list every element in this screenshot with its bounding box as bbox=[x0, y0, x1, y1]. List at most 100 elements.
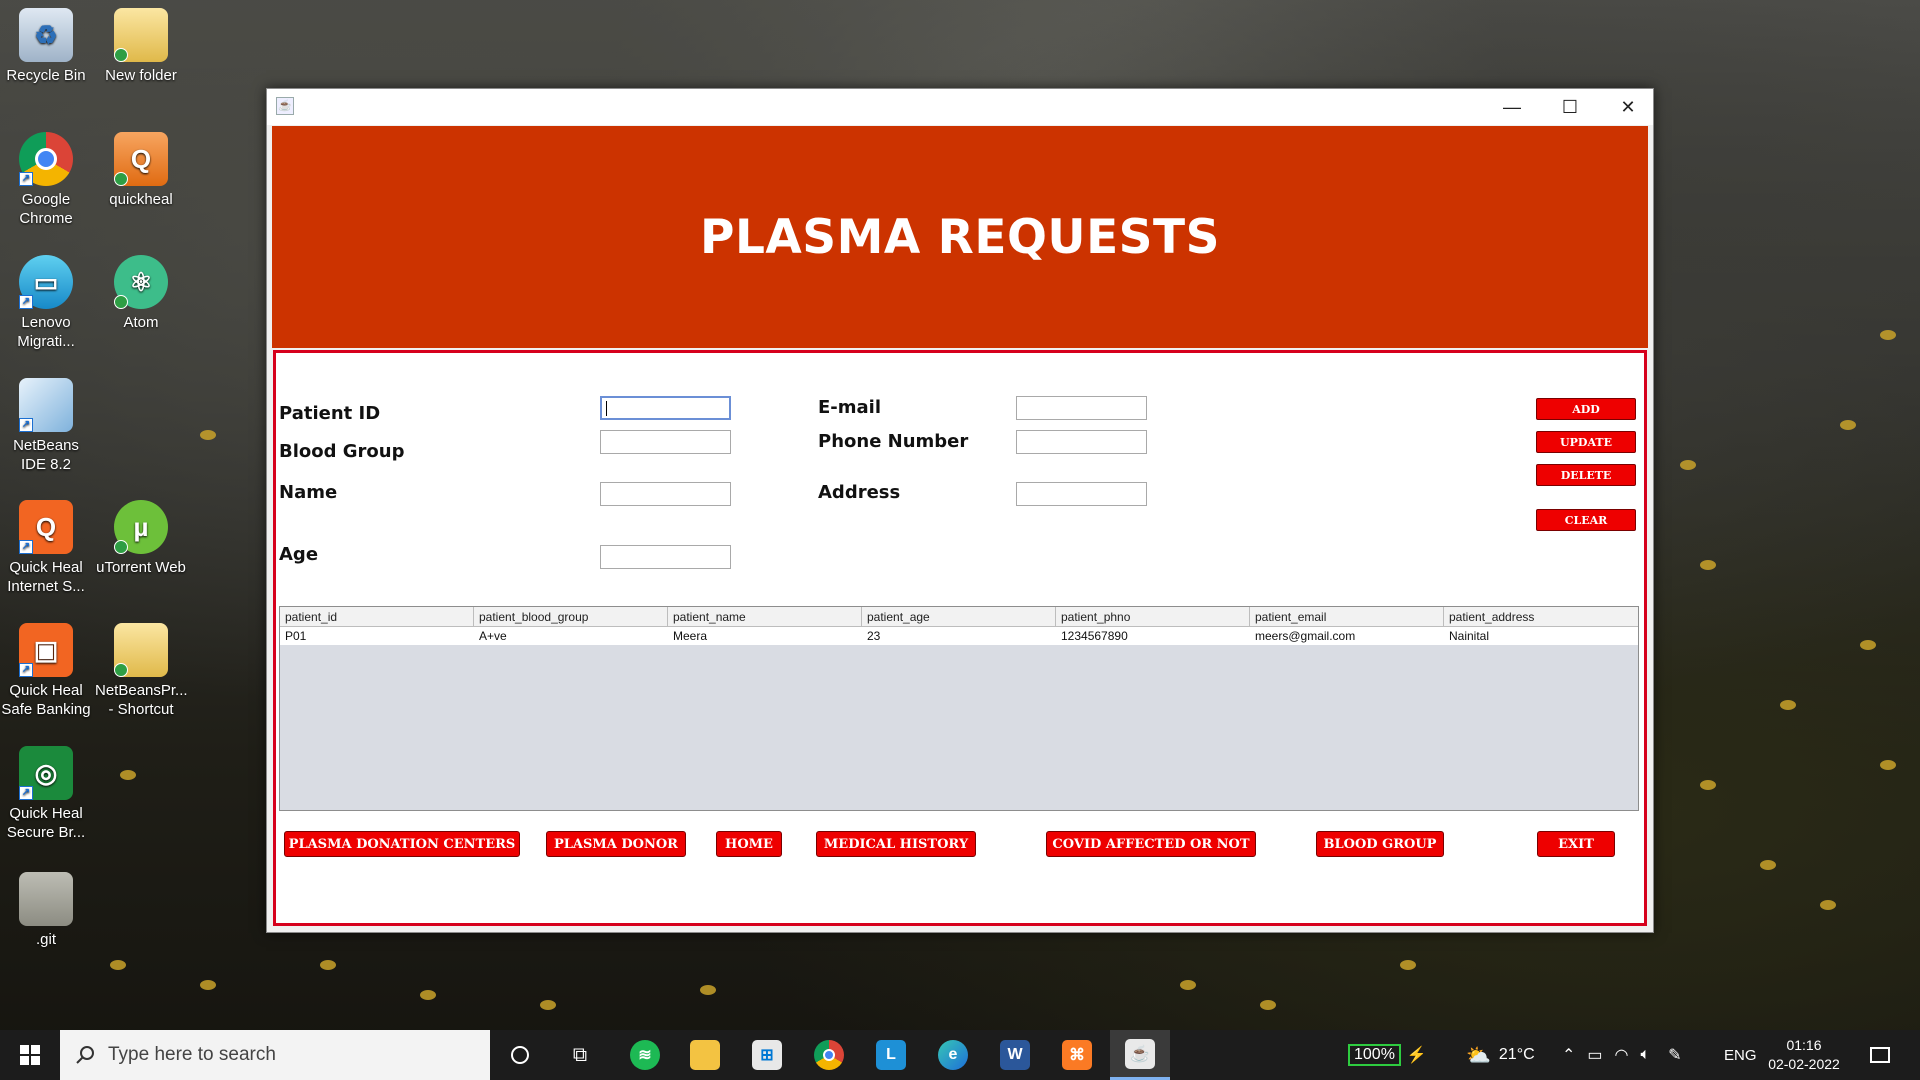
desktop-icon-label: Recycle Bin bbox=[6, 67, 86, 84]
file-explorer-icon bbox=[690, 1040, 720, 1070]
plasma-donation-centers-button[interactable]: PLASMA DONATION CENTERS bbox=[284, 831, 520, 857]
column-header[interactable]: patient_blood_group bbox=[474, 607, 668, 626]
desktop-icon-recycle-bin[interactable]: ♻ Recycle Bin bbox=[0, 8, 92, 85]
phone-input[interactable] bbox=[1016, 430, 1147, 454]
exit-button[interactable]: EXIT bbox=[1537, 831, 1615, 857]
requests-table[interactable]: patient_id patient_blood_group patient_n… bbox=[279, 606, 1639, 811]
globe-icon: ◎ ↗ bbox=[19, 746, 73, 800]
taskbar-edge[interactable]: e bbox=[928, 1030, 978, 1080]
desktop-icon-quick-heal-safe-banking[interactable]: ▣ ↗ Quick Heal Safe Banking bbox=[0, 623, 92, 719]
desktop-icon-git[interactable]: .git bbox=[0, 872, 92, 949]
taskbar-search[interactable]: Type here to search bbox=[60, 1030, 490, 1080]
spotify-icon: ≋ bbox=[630, 1040, 660, 1070]
email-input[interactable] bbox=[1016, 396, 1147, 420]
taskbar-store[interactable]: ⊞ bbox=[742, 1030, 792, 1080]
medical-history-button[interactable]: MEDICAL HISTORY bbox=[816, 831, 976, 857]
delete-button[interactable]: DELETE bbox=[1536, 464, 1636, 486]
edge-icon: e bbox=[938, 1040, 968, 1070]
taskbar-lenovo[interactable]: L bbox=[866, 1030, 916, 1080]
table-row[interactable]: P01 A+ve Meera 23 1234567890 meers@gmail… bbox=[280, 627, 1638, 645]
table-cell[interactable]: Meera bbox=[668, 627, 862, 645]
quick-heal-icon: Q ↗ bbox=[19, 500, 73, 554]
table-cell[interactable]: Nainital bbox=[1444, 627, 1638, 645]
lenovo-migration-icon: ▭ ↗ bbox=[19, 255, 73, 309]
power-icon: ▭ bbox=[1587, 1047, 1603, 1064]
name-input[interactable] bbox=[600, 482, 731, 506]
task-view-icon: ⧉ bbox=[572, 1043, 588, 1066]
taskbar-java-app[interactable]: ☕ bbox=[1110, 1030, 1170, 1080]
language-indicator[interactable]: ENG bbox=[1724, 1030, 1757, 1080]
notification-button[interactable] bbox=[1860, 1030, 1900, 1080]
chrome-icon: ↗ bbox=[19, 132, 73, 186]
email-label: E-mail bbox=[818, 397, 882, 418]
desktop-icon-quick-heal-internet[interactable]: Q ↗ Quick Heal Internet S... bbox=[0, 500, 92, 596]
utorrent-icon: µ bbox=[114, 500, 168, 554]
desktop-icon-label: Google Chrome bbox=[19, 191, 73, 227]
desktop-icon-quick-heal-secure[interactable]: ◎ ↗ Quick Heal Secure Br... bbox=[0, 746, 92, 842]
address-input[interactable] bbox=[1016, 482, 1147, 506]
header-banner: PLASMA REQUESTS bbox=[272, 126, 1648, 348]
close-button[interactable]: ✕ bbox=[1599, 89, 1657, 125]
taskbar-xampp[interactable]: ⌘ bbox=[1052, 1030, 1102, 1080]
column-header[interactable]: patient_name bbox=[668, 607, 862, 626]
desktop-icon-label: Quick Heal Internet S... bbox=[7, 559, 85, 595]
table-cell[interactable]: 1234567890 bbox=[1056, 627, 1250, 645]
column-header[interactable]: patient_age bbox=[862, 607, 1056, 626]
desktop-icon-netbeans[interactable]: ↗ NetBeans IDE 8.2 bbox=[0, 378, 92, 474]
desktop-icon-netbeans-shortcut[interactable]: NetBeansPr... - Shortcut bbox=[95, 623, 188, 719]
table-cell[interactable]: meers@gmail.com bbox=[1250, 627, 1444, 645]
start-button[interactable] bbox=[0, 1030, 60, 1080]
age-input[interactable] bbox=[600, 545, 731, 569]
charging-plug-icon: ⚡ bbox=[1406, 1047, 1427, 1064]
name-label: Name bbox=[279, 482, 338, 503]
taskbar-spotify[interactable]: ≋ bbox=[620, 1030, 670, 1080]
update-button[interactable]: UPDATE bbox=[1536, 431, 1636, 453]
weather-widget[interactable]: ⛅ 21°C bbox=[1466, 1030, 1535, 1080]
desktop-icon-google-chrome[interactable]: ↗ Google Chrome bbox=[0, 132, 92, 228]
home-button[interactable]: HOME bbox=[716, 831, 782, 857]
column-header[interactable]: patient_address bbox=[1444, 607, 1638, 626]
temperature: 21°C bbox=[1498, 1046, 1535, 1063]
desktop-icon-quickheal[interactable]: Q quickheal bbox=[95, 132, 187, 209]
desktop-icon-utorrent[interactable]: µ uTorrent Web bbox=[95, 500, 187, 577]
java-app-icon: ☕ bbox=[276, 97, 294, 115]
add-button[interactable]: ADD bbox=[1536, 398, 1636, 420]
column-header[interactable]: patient_id bbox=[280, 607, 474, 626]
taskbar-word[interactable]: W bbox=[990, 1030, 1040, 1080]
title-bar[interactable]: ☕ — ☐ ✕ bbox=[267, 89, 1653, 125]
desktop-icon-lenovo-migration[interactable]: ▭ ↗ Lenovo Migrati... bbox=[0, 255, 92, 351]
taskbar: Type here to search ⧉ ≋ ⊞ L e W ⌘ ☕ 100%… bbox=[0, 1030, 1920, 1080]
desktop-icon-atom[interactable]: ⚛ Atom bbox=[95, 255, 187, 332]
text-caret bbox=[606, 401, 607, 416]
table-cell[interactable]: P01 bbox=[280, 627, 474, 645]
chevron-up-icon: ⌃ bbox=[1562, 1047, 1576, 1064]
taskbar-file-explorer[interactable] bbox=[680, 1030, 730, 1080]
clock[interactable]: 01:16 02-02-2022 bbox=[1768, 1030, 1840, 1080]
blood-group-button[interactable]: BLOOD GROUP bbox=[1316, 831, 1444, 857]
column-header[interactable]: patient_phno bbox=[1056, 607, 1250, 626]
minimize-button[interactable]: — bbox=[1483, 89, 1541, 125]
clear-button[interactable]: CLEAR bbox=[1536, 509, 1636, 531]
covid-affected-button[interactable]: COVID AFFECTED OR NOT bbox=[1046, 831, 1256, 857]
git-folder-icon bbox=[19, 872, 73, 926]
desktop-icon-new-folder[interactable]: New folder bbox=[95, 8, 187, 85]
form-panel: Patient ID Blood Group Name Age E-mail P… bbox=[273, 350, 1647, 926]
table-cell[interactable]: A+ve bbox=[474, 627, 668, 645]
tray-icons[interactable]: ⌃ ▭ ◠ 🔈︎ ✎ bbox=[1562, 1030, 1682, 1080]
atom-icon: ⚛ bbox=[114, 255, 168, 309]
cortana-button[interactable] bbox=[495, 1030, 545, 1080]
blood-group-label: Blood Group bbox=[279, 441, 405, 462]
table-cell[interactable]: 23 bbox=[862, 627, 1056, 645]
maximize-button[interactable]: ☐ bbox=[1541, 89, 1599, 125]
folder-icon bbox=[114, 623, 168, 677]
taskbar-chrome[interactable] bbox=[804, 1030, 854, 1080]
task-view-button[interactable]: ⧉ bbox=[555, 1030, 605, 1080]
desktop-icon-label: Lenovo Migrati... bbox=[17, 314, 75, 350]
desktop-icon-label: NetBeansPr... - Shortcut bbox=[95, 682, 188, 718]
patient-id-input[interactable] bbox=[600, 396, 731, 420]
blood-group-input[interactable] bbox=[600, 430, 731, 454]
plasma-donor-button[interactable]: PLASMA DONOR bbox=[546, 831, 686, 857]
column-header[interactable]: patient_email bbox=[1250, 607, 1444, 626]
volume-icon: 🔈︎ bbox=[1640, 1046, 1651, 1063]
battery-indicator[interactable]: 100% ⚡ bbox=[1348, 1030, 1427, 1080]
